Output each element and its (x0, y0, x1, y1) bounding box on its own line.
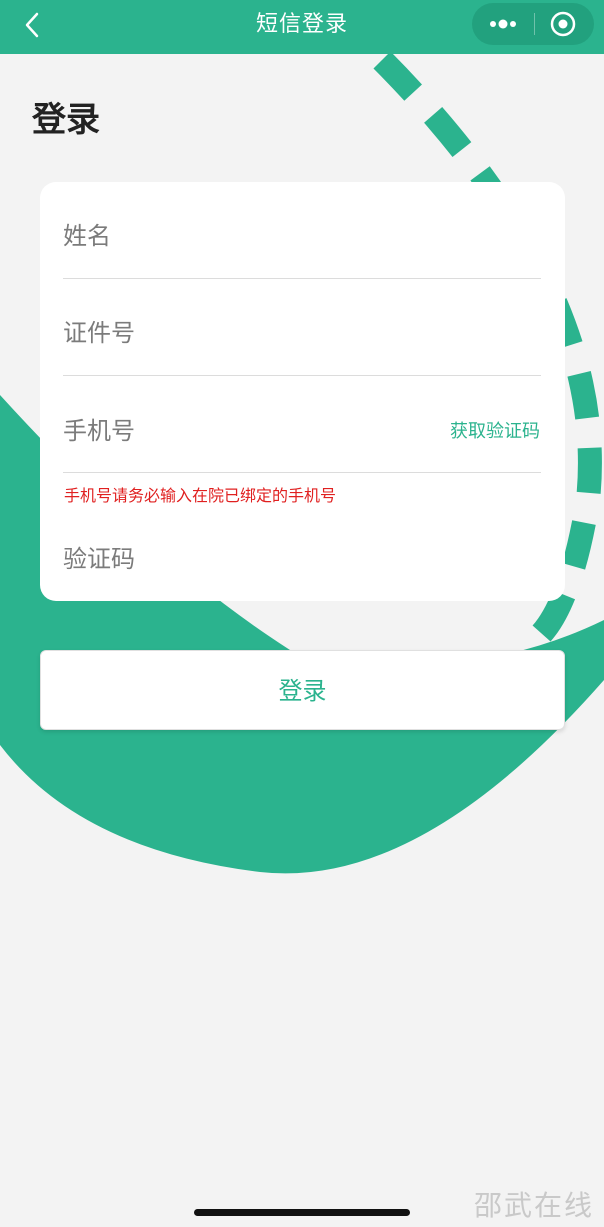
nav-bar: 短信登录 (0, 0, 604, 54)
target-circle-icon (550, 11, 576, 37)
get-code-button[interactable]: 获取验证码 (450, 417, 540, 443)
mini-program-capsule (472, 3, 594, 45)
page-heading: 登录 (32, 100, 100, 140)
divider (63, 278, 541, 279)
more-dots-icon (490, 19, 516, 29)
close-button[interactable] (535, 3, 594, 45)
watermark: 邵武在线 (473, 1189, 594, 1222)
divider (63, 472, 541, 473)
name-input[interactable]: 姓名 (63, 216, 541, 251)
home-indicator (194, 1209, 410, 1216)
phone-hint: 手机号请务必输入在院已绑定的手机号 (64, 486, 337, 505)
code-input[interactable]: 验证码 (63, 539, 541, 574)
id-number-input[interactable]: 证件号 (63, 313, 541, 348)
more-button[interactable] (472, 3, 534, 45)
login-button[interactable]: 登录 (40, 650, 565, 730)
divider (63, 375, 541, 376)
login-form-card: 姓名 证件号 手机号 获取验证码 手机号请务必输入在院已绑定的手机号 验证码 (40, 182, 565, 601)
